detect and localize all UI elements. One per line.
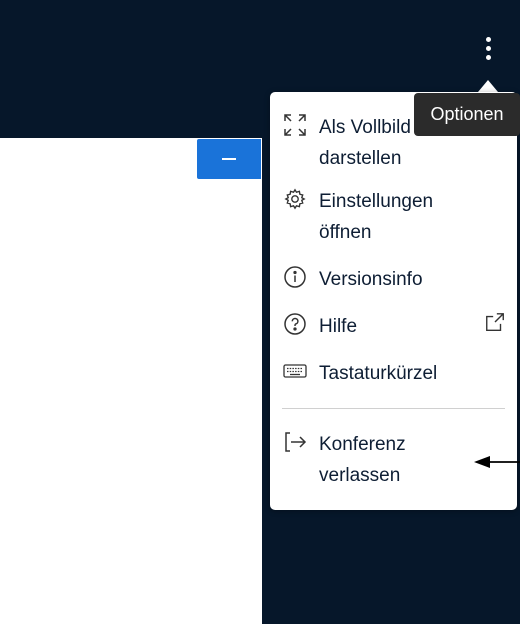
kebab-dot <box>485 54 491 60</box>
menu-item-help[interactable]: Hilfe <box>270 311 517 342</box>
options-menu-button[interactable] <box>474 30 502 66</box>
menu-item-label: Tastaturkürzel <box>319 363 438 384</box>
minus-icon <box>222 158 236 160</box>
external-link-icon <box>484 311 506 333</box>
fullscreen-icon <box>282 112 308 138</box>
help-icon <box>282 311 308 337</box>
menu-item-label: Konferenz verlassen <box>319 434 406 486</box>
menu-divider <box>282 408 505 409</box>
options-dropdown-menu: Als Vollbild darstellen Einstellungen öf… <box>270 92 517 510</box>
menu-item-label: Versionsinfo <box>319 269 423 290</box>
keyboard-icon <box>282 358 308 384</box>
kebab-dot <box>485 45 491 51</box>
minimize-button[interactable] <box>197 139 261 179</box>
tooltip-caret <box>478 80 498 92</box>
menu-item-version-info[interactable]: Versionsinfo <box>270 264 517 295</box>
info-icon <box>282 264 308 290</box>
menu-item-keyboard-shortcuts[interactable]: Tastaturkürzel <box>270 358 517 389</box>
menu-item-label: Hilfe <box>319 316 358 337</box>
menu-item-label: Einstellungen öffnen <box>319 191 434 243</box>
options-tooltip: Optionen <box>414 93 520 136</box>
annotation-arrow <box>474 456 520 468</box>
kebab-dot <box>485 36 491 42</box>
exit-icon <box>282 429 308 455</box>
gear-icon <box>282 186 308 212</box>
menu-item-settings[interactable]: Einstellungen öffnen <box>270 186 517 248</box>
